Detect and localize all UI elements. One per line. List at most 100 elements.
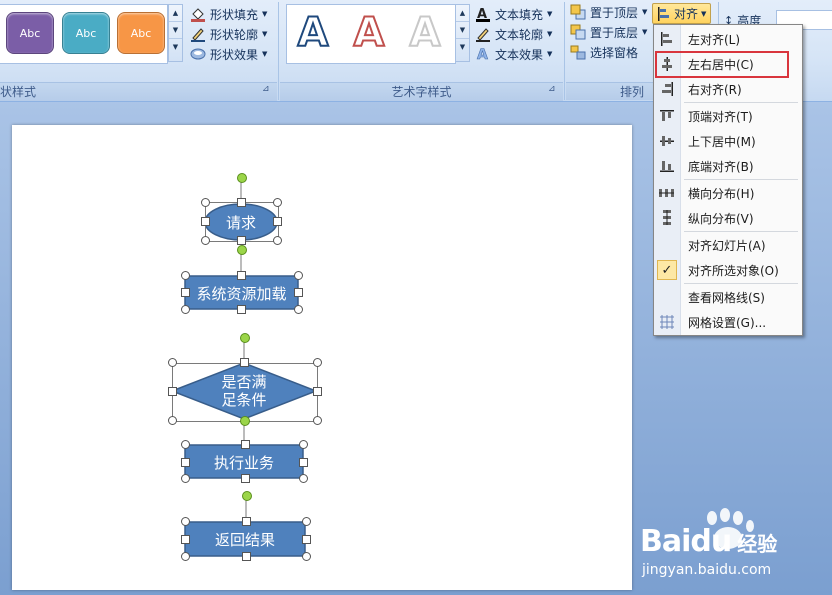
resize-handle[interactable] [294,288,303,297]
resize-handle[interactable] [201,236,210,245]
resize-handle[interactable] [201,198,210,207]
resize-handle[interactable] [313,358,322,367]
shape-style-swatch[interactable]: Abc [62,12,110,54]
wordart-sample[interactable]: A [346,9,392,57]
group-title: 艺术字样式 [391,85,452,99]
dropdown-arrow-icon: ▼ [547,10,553,18]
shape-style-swatch[interactable]: Abc [6,12,54,54]
menu-item-align-to-slide[interactable]: 对齐幻灯片(A) [654,233,802,257]
dialog-launcher-icon[interactable]: ⊿ [548,84,556,94]
resize-handle[interactable] [241,440,250,449]
menu-item-distribute-horizontal[interactable]: 横向分布(H) [654,181,802,205]
align-left-icon [654,32,680,46]
rotation-handle[interactable] [237,245,247,255]
resize-handle[interactable] [299,474,308,483]
shape-label-execute[interactable]: 执行业务 [185,452,303,473]
menu-item-view-gridlines[interactable]: 查看网格线(S) [654,285,802,309]
menu-item-align-left[interactable]: 左对齐(L) [654,27,802,51]
resize-handle[interactable] [242,552,251,561]
flowchart-shapes [169,180,319,557]
rotation-handle[interactable] [237,173,247,183]
menu-item-label: 对齐幻灯片(A) [688,238,766,253]
gallery-up-icon[interactable]: ▲ [456,5,469,22]
resize-handle[interactable] [201,217,210,226]
resize-handle[interactable] [240,358,249,367]
menu-item-align-selected-objects[interactable]: ✓ 对齐所选对象(O) [654,258,802,282]
resize-handle[interactable] [168,358,177,367]
text-fill-button[interactable]: A 文本填充 ▼ [475,4,552,24]
menu-item-align-bottom[interactable]: 底端对齐(B) [654,154,802,178]
resize-handle[interactable] [181,552,190,561]
resize-handle[interactable] [168,387,177,396]
selection-pane-button[interactable]: 选择窗格 [570,42,647,62]
resize-handle[interactable] [273,236,282,245]
menu-item-align-middle[interactable]: 上下居中(M) [654,129,802,153]
resize-handle[interactable] [302,517,311,526]
resize-handle[interactable] [237,198,246,207]
gallery-scroll[interactable]: ▲ ▼ ▼ [168,4,183,62]
resize-handle[interactable] [237,236,246,245]
resize-handle[interactable] [299,458,308,467]
shape-style-swatch[interactable]: Abc [117,12,165,54]
shape-outline-button[interactable]: 形状轮廓 ▼ [190,24,267,44]
resize-handle[interactable] [181,271,190,280]
shape-label-return[interactable]: 返回结果 [185,529,305,550]
resize-handle[interactable] [168,416,177,425]
wordart-sample[interactable]: A [402,9,448,57]
dialog-launcher-icon[interactable]: ⊿ [262,84,270,94]
resize-handle[interactable] [302,535,311,544]
resize-handle[interactable] [313,387,322,396]
gallery-more-icon[interactable]: ▼ [456,39,469,55]
bring-to-front-button[interactable]: 置于顶层 ▼ [570,2,647,22]
rotation-handle[interactable] [240,333,250,343]
gallery-more-icon[interactable]: ▼ [169,39,182,55]
shape-styles-group-label: 状样式 [0,82,277,101]
rotation-handle[interactable] [242,491,252,501]
resize-handle[interactable] [273,198,282,207]
resize-handle[interactable] [294,271,303,280]
resize-handle[interactable] [294,305,303,314]
menu-item-grid-settings[interactable]: 网格设置(G)... [654,310,802,334]
resize-handle[interactable] [237,271,246,280]
resize-handle[interactable] [237,305,246,314]
resize-handle[interactable] [241,474,250,483]
slide-canvas[interactable]: 请求 系统资源加载 是否满 足条件 执行业务 返回结果 [12,125,632,590]
shape-fill-button[interactable]: 形状填充 ▼ [190,4,267,24]
menu-item-label: 横向分布(H) [688,186,755,201]
resize-handle[interactable] [181,440,190,449]
text-effects-button[interactable]: A 文本效果 ▼ [475,44,553,64]
bring-to-front-icon [570,4,586,20]
gallery-down-icon[interactable]: ▼ [456,22,469,39]
gallery-up-icon[interactable]: ▲ [169,5,182,22]
resize-handle[interactable] [181,458,190,467]
resize-handle[interactable] [302,552,311,561]
resize-handle[interactable] [313,416,322,425]
resize-handle[interactable] [273,217,282,226]
align-button[interactable]: 对齐 ▼ [652,3,712,24]
gallery-down-icon[interactable]: ▼ [169,22,182,39]
swatch-label: Abc [19,26,41,40]
wordart-gallery-scroll[interactable]: ▲ ▼ ▼ [455,4,470,62]
shape-effects-button[interactable]: 形状效果 ▼ [190,44,267,64]
resize-handle[interactable] [181,305,190,314]
resize-handle[interactable] [299,440,308,449]
resize-handle[interactable] [181,535,190,544]
menu-item-align-right[interactable]: 右对齐(R) [654,77,802,101]
resize-handle[interactable] [242,517,251,526]
resize-handle[interactable] [181,474,190,483]
shape-label-load[interactable]: 系统资源加载 [185,283,298,304]
distribute-horizontal-icon [654,186,680,200]
resize-handle[interactable] [181,288,190,297]
dropdown-arrow-icon: ▼ [262,10,268,18]
resize-handle[interactable] [181,517,190,526]
wordart-sample[interactable]: A [290,9,336,57]
text-outline-button[interactable]: 文本轮廓 ▼ [475,24,552,44]
text-outline-label: 文本轮廓 [495,27,544,42]
menu-item-align-top[interactable]: 顶端对齐(T) [654,104,802,128]
send-to-back-button[interactable]: 置于底层 ▼ [570,22,647,42]
selection-box [172,363,318,422]
wordart-letter: A [353,9,386,57]
align-top-icon [654,109,680,123]
menu-item-distribute-vertical[interactable]: 纵向分布(V) [654,206,802,230]
connector-point[interactable] [240,416,250,426]
